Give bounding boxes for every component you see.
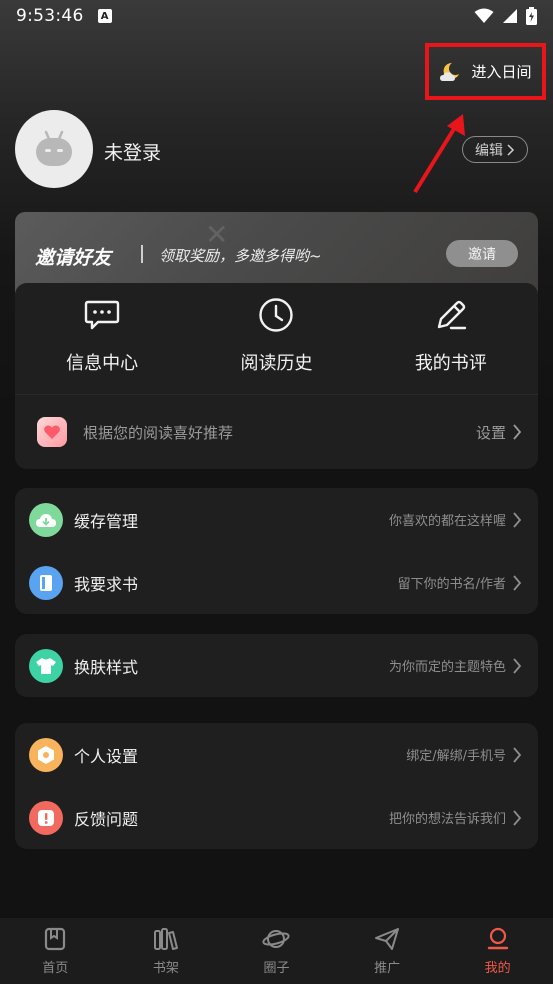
chevron-right-icon — [513, 511, 522, 528]
moon-cloud-icon — [440, 62, 460, 81]
list-item-skin[interactable]: 换肤样式 为你而定的主题特色 — [15, 634, 538, 697]
invite-title: 邀请好友 — [35, 247, 112, 269]
pencil-icon — [437, 300, 467, 330]
clock-icon — [259, 298, 294, 332]
list-item-label: 我要求书 — [74, 574, 139, 594]
list-item-personal-settings[interactable]: 个人设置 绑定/解绑/手机号 — [15, 723, 538, 786]
list-item-hint: 绑定/解绑/手机号 — [406, 745, 522, 764]
day-mode-button[interactable]: 进入日间 — [425, 43, 546, 100]
message-icon — [84, 300, 120, 330]
invite-subtitle: 领取奖励，多邀多得哟~ — [159, 247, 322, 265]
robot-avatar-icon — [36, 130, 72, 166]
list-item-label: 个人设置 — [74, 746, 139, 766]
list-item-request-book[interactable]: 我要求书 留下你的书名/作者 — [15, 551, 538, 614]
bookshelf-icon — [153, 927, 178, 950]
book-icon — [29, 565, 63, 600]
profile-page: 9:53:46 A 进入日间 未登录 编辑 ✕ 邀请好友 领取奖励，多邀多得哟~… — [0, 0, 553, 984]
status-bar: 9:53:46 A — [0, 0, 553, 32]
status-time: 9:53:46 — [16, 6, 84, 26]
notification-icon: A — [97, 9, 112, 23]
recommend-settings-link[interactable]: 设置 — [476, 422, 522, 443]
edit-label: 编辑 — [475, 142, 503, 159]
list-item-cache[interactable]: 缓存管理 你喜欢的都在这样喔 — [15, 488, 538, 551]
cloud-download-icon — [29, 502, 63, 537]
list-item-hint: 为你而定的主题特色 — [389, 656, 522, 675]
chevron-right-icon — [513, 657, 522, 674]
list-item-label: 换肤样式 — [74, 657, 139, 677]
home-book-icon — [45, 927, 66, 950]
chevron-right-icon — [513, 809, 522, 826]
recommend-text: 根据您的阅读喜好推荐 — [83, 423, 234, 442]
shirt-icon — [29, 648, 63, 683]
feature-reading-history[interactable]: 阅读历史 — [189, 295, 363, 395]
nav-promote[interactable]: 推广 — [332, 918, 443, 984]
nav-mine[interactable]: 我的 — [442, 918, 553, 984]
list-item-label: 缓存管理 — [74, 511, 139, 531]
nav-label: 书架 — [152, 960, 179, 976]
list-card-account: 个人设置 绑定/解绑/手机号 反馈问题 把你的想法告诉我们 — [15, 723, 538, 849]
invite-separator — [141, 245, 143, 263]
wifi-icon — [474, 8, 494, 23]
edit-profile-button[interactable]: 编辑 — [462, 136, 528, 163]
day-mode-label: 进入日间 — [471, 63, 532, 81]
feedback-icon — [29, 800, 63, 835]
nav-label: 首页 — [42, 960, 69, 976]
bottom-nav: 首页 书架 圈子 推广 我的 — [0, 918, 553, 984]
profile-icon — [487, 927, 508, 949]
feature-row: 信息中心 阅读历史 我的书评 — [15, 295, 538, 395]
nav-circle[interactable]: 圈子 — [221, 918, 332, 984]
username[interactable]: 未登录 — [104, 138, 161, 165]
chevron-right-icon — [513, 574, 522, 591]
list-item-hint: 你喜欢的都在这样喔 — [389, 510, 522, 529]
feature-message-center[interactable]: 信息中心 — [15, 295, 189, 395]
nav-home[interactable]: 首页 — [0, 918, 111, 984]
recommend-action: 设置 — [475, 423, 506, 442]
avatar[interactable] — [15, 110, 93, 188]
nav-bookshelf[interactable]: 书架 — [111, 918, 222, 984]
feature-card: 信息中心 阅读历史 我的书评 根据您的阅读喜好推荐 设置 — [15, 283, 538, 469]
paper-plane-icon — [375, 927, 400, 950]
chevron-right-icon — [513, 746, 522, 763]
chevron-right-icon — [507, 143, 515, 156]
feature-label: 我的书评 — [414, 353, 487, 374]
list-card-storage: 缓存管理 你喜欢的都在这样喔 我要求书 留下你的书名/作者 — [15, 488, 538, 614]
nav-label: 圈子 — [263, 960, 290, 976]
list-card-theme: 换肤样式 为你而定的主题特色 — [15, 634, 538, 697]
heart-icon — [37, 417, 67, 447]
recommend-row[interactable]: 根据您的阅读喜好推荐 设置 — [15, 395, 538, 469]
signal-icon — [503, 9, 517, 23]
feature-label: 阅读历史 — [240, 353, 313, 374]
feature-my-reviews[interactable]: 我的书评 — [364, 295, 538, 395]
list-item-feedback[interactable]: 反馈问题 把你的想法告诉我们 — [15, 786, 538, 849]
list-item-hint: 把你的想法告诉我们 — [389, 808, 522, 827]
status-icons — [474, 7, 537, 25]
feature-label: 信息中心 — [66, 353, 139, 374]
chevron-right-icon — [513, 424, 522, 440]
invite-button[interactable]: 邀请 — [446, 240, 518, 267]
settings-icon — [29, 737, 63, 772]
list-item-label: 反馈问题 — [74, 809, 139, 829]
planet-icon — [262, 929, 291, 948]
list-item-hint: 留下你的书名/作者 — [398, 573, 522, 592]
battery-icon — [526, 7, 537, 25]
nav-label: 我的 — [484, 960, 511, 976]
nav-label: 推广 — [374, 960, 401, 976]
